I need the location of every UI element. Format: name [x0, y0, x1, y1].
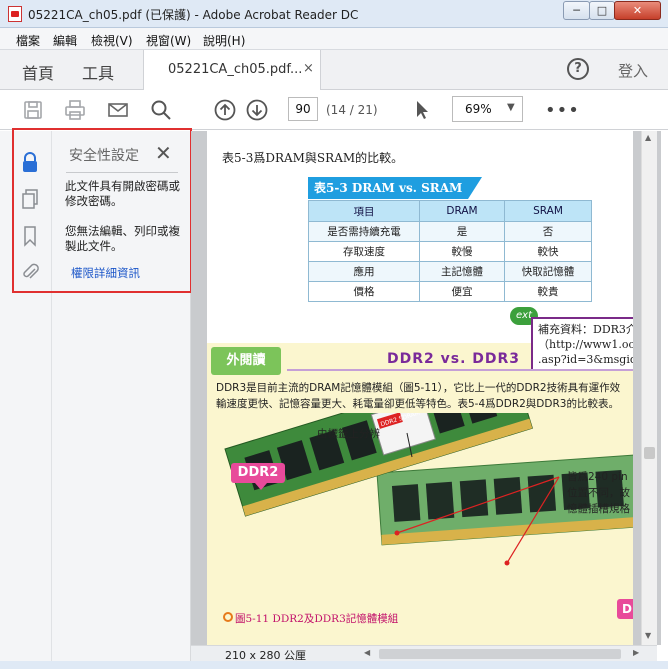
help-icon[interactable]: ?: [567, 58, 589, 80]
table-cell: 較快: [504, 241, 592, 262]
menu-file[interactable]: 檔案: [16, 32, 40, 49]
table-row: 是否需持續充電 是 否: [308, 221, 592, 242]
horizontal-scroll-thumb[interactable]: [379, 649, 621, 659]
outside-reading-title: 外閱讀: [211, 347, 281, 375]
tab-document[interactable]: 05221CA_ch05.pdf... ×: [143, 50, 321, 90]
more-tools-icon[interactable]: •••: [545, 100, 580, 121]
menu-bar: 檔案 編輯 檢視(V) 視窗(W) 說明(H): [0, 28, 668, 50]
tabs-row: 首頁 工具 05221CA_ch05.pdf... × ? 登入: [0, 50, 668, 90]
zoom-select[interactable]: 69% ▼: [452, 96, 523, 122]
title-bar: 05221CA_ch05.pdf (已保護) - Adobe Acrobat R…: [0, 0, 668, 28]
pin-callout-line: 憶體插槽規格: [567, 503, 630, 515]
zoom-value: 69%: [465, 102, 492, 116]
acrobat-app-icon: [8, 6, 22, 22]
email-icon[interactable]: [106, 98, 130, 122]
page-count: (14 / 21): [326, 103, 378, 117]
vertical-scrollbar[interactable]: ▲ ▼: [641, 131, 657, 645]
ddr3-tag: D: [617, 599, 633, 619]
table-cell: 快取記憶體: [504, 261, 592, 282]
scroll-down-icon[interactable]: ▼: [645, 631, 651, 640]
sticker-callout: 由標籤上分辨: [317, 428, 380, 440]
table-header: SRAM: [504, 200, 592, 222]
table-row: 存取速度 較慢 較快: [308, 241, 592, 262]
print-icon[interactable]: [63, 98, 87, 122]
window-title: 05221CA_ch05.pdf (已保護) - Adobe Acrobat R…: [28, 8, 359, 22]
pin-callout: 皆爲240 pin 位置不同，故 憶體插槽規格: [567, 469, 630, 517]
section-title: DDR2 vs. DDR3: [387, 351, 521, 367]
document-view[interactable]: 表5-3爲DRAM與SRAM的比較。 表5-3 DRAM vs. SRAM 項目…: [191, 131, 661, 645]
note-line: 補充資料：DDR3介: [538, 323, 633, 336]
pin-callout-line: 皆爲240 pin: [567, 471, 628, 483]
table-title: 表5-3 DRAM vs. SRAM: [308, 177, 482, 199]
table-row: 應用 主記憶體 快取記憶體: [308, 261, 592, 282]
status-bar: 210 x 280 公厘 ◀ ▶: [191, 645, 657, 662]
select-cursor-icon[interactable]: [410, 98, 434, 122]
note-line: .asp?id=3&msgid=4: [538, 353, 633, 366]
tab-tools[interactable]: 工具: [82, 60, 114, 84]
close-tab-icon[interactable]: ×: [303, 61, 314, 76]
tab-home[interactable]: 首頁: [22, 60, 54, 84]
save-icon[interactable]: [21, 98, 45, 122]
highlight-box: [12, 128, 192, 293]
paragraph-line: 輸速度更快、記憶容量更大、耗電量卻更低等特色。表5-4爲DDR2與DDR3的比較…: [216, 398, 619, 410]
note-line: （http://www1.oc.co: [538, 338, 633, 351]
pdf-page: 表5-3爲DRAM與SRAM的比較。 表5-3 DRAM vs. SRAM 項目…: [207, 131, 633, 645]
scroll-left-icon[interactable]: ◀: [364, 648, 370, 657]
window-frame-bottom: [0, 661, 668, 669]
table-cell: 是: [419, 221, 505, 242]
table-header: DRAM: [419, 200, 505, 222]
page-number-input[interactable]: 90: [288, 97, 318, 121]
table-cell: 較慢: [419, 241, 505, 262]
next-page-icon[interactable]: [245, 98, 269, 122]
section-underline: [287, 369, 633, 371]
scroll-right-icon[interactable]: ▶: [633, 648, 639, 657]
menu-view[interactable]: 檢視(V): [91, 32, 133, 49]
paragraph-line: DDR3是目前主流的DRAM記憶體模組（圖5-11），它比上一代的DDR2技術具…: [216, 382, 621, 394]
chevron-down-icon: ▼: [507, 102, 515, 113]
table-cell: 否: [504, 221, 592, 242]
table-cell: 較貴: [504, 281, 592, 302]
pin-callout-line: 位置不同，故: [567, 487, 630, 499]
figure-caption: 圖5-11 DDR2及DDR3記憶體模組: [235, 613, 399, 625]
supplement-note: 補充資料：DDR3介 （http://www1.oc.co .asp?id=3&…: [531, 317, 633, 371]
document-tab-label: 05221CA_ch05.pdf...: [168, 62, 303, 77]
table-cell: 價格: [308, 281, 420, 302]
table-row: 價格 便宜 較貴: [308, 281, 592, 302]
table-cell: 便宜: [419, 281, 505, 302]
maximize-button[interactable]: □: [589, 1, 615, 20]
figure-bullet-icon: [223, 612, 233, 622]
previous-page-icon[interactable]: [213, 98, 237, 122]
menu-edit[interactable]: 編輯: [53, 32, 77, 49]
minimize-button[interactable]: ─: [563, 1, 590, 20]
table-title-text: 表5-3 DRAM vs. SRAM: [314, 181, 463, 195]
scroll-thumb[interactable]: [644, 447, 655, 459]
table-cell: 應用: [308, 261, 420, 282]
table-cell: 存取速度: [308, 241, 420, 262]
close-window-button[interactable]: ✕: [614, 1, 661, 20]
scroll-up-icon[interactable]: ▲: [645, 133, 651, 142]
document-heading: 表5-3爲DRAM與SRAM的比較。: [222, 151, 404, 165]
table-header: 項目: [308, 200, 420, 222]
login-button[interactable]: 登入: [618, 60, 648, 81]
paragraph: DDR3是目前主流的DRAM記憶體模組（圖5-11），它比上一代的DDR2技術具…: [216, 380, 628, 412]
menu-help[interactable]: 說明(H): [203, 32, 245, 49]
table-cell: 主記憶體: [419, 261, 505, 282]
table-cell: 是否需持續充電: [308, 221, 420, 242]
ddr2-tag: DDR2: [231, 463, 285, 490]
comparison-table: 項目 DRAM SRAM 是否需持續充電 是 否 存取速度 較慢 較快 應用 主…: [308, 200, 592, 302]
menu-window[interactable]: 視窗(W): [146, 32, 191, 49]
search-icon[interactable]: [149, 98, 173, 122]
